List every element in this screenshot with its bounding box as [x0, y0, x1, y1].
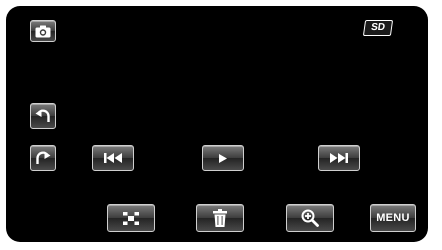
delete-button[interactable] [196, 204, 244, 232]
skip-next-icon [330, 153, 348, 163]
zoom-button[interactable] [286, 204, 334, 232]
camera-mode-button[interactable] [30, 20, 56, 42]
menu-button[interactable]: MENU [370, 204, 416, 232]
next-button[interactable] [318, 145, 360, 171]
index-view-button[interactable] [107, 204, 155, 232]
menu-button-label: MENU [376, 212, 410, 224]
play-button[interactable] [202, 145, 244, 171]
previous-button[interactable] [92, 145, 134, 171]
playback-screen: SD MENU [6, 6, 428, 242]
rotate-left-button[interactable] [30, 103, 56, 129]
play-icon [219, 153, 227, 163]
rotate-right-button[interactable] [30, 145, 56, 171]
skip-previous-icon [104, 153, 122, 163]
trash-icon [213, 209, 227, 227]
sd-card-badge: SD [362, 20, 394, 36]
zoom-in-icon [301, 209, 319, 227]
rotate-counterclockwise-icon [34, 107, 52, 125]
camera-icon [35, 25, 51, 38]
thumbnail-grid-icon [123, 211, 139, 225]
rotate-clockwise-icon [34, 149, 52, 167]
